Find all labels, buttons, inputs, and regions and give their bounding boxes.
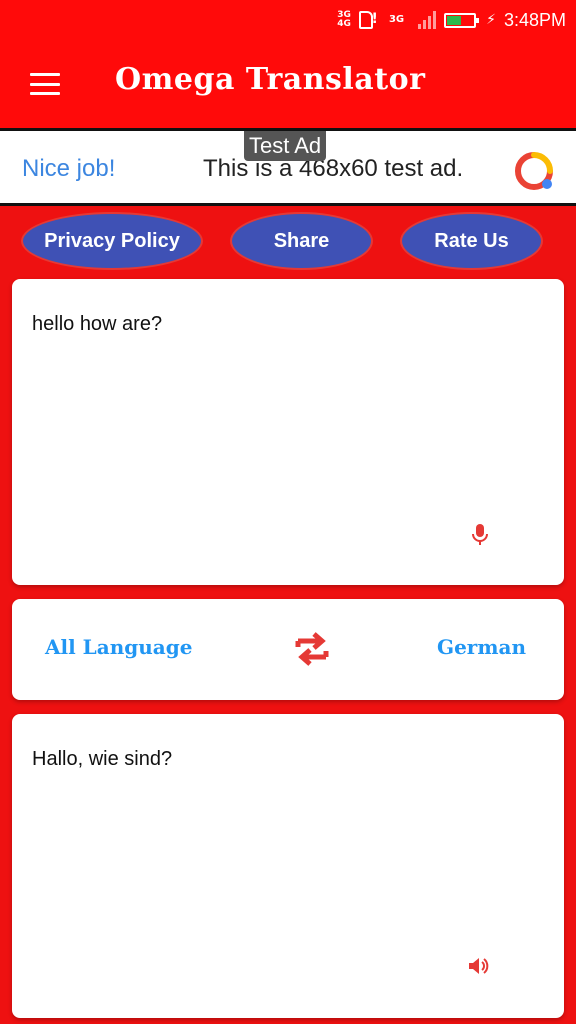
ad-body-text[interactable]: This is a 468x60 test ad. bbox=[203, 155, 463, 183]
language-selector-card: All Language German bbox=[12, 599, 564, 700]
app-title: Omega Translator bbox=[115, 62, 426, 97]
speaker-icon[interactable] bbox=[468, 956, 490, 976]
ad-banner[interactable]: Test Ad Nice job! This is a 468x60 test … bbox=[0, 128, 576, 206]
admob-logo-icon[interactable] bbox=[514, 151, 554, 191]
network-type-2: 3G bbox=[388, 14, 405, 25]
share-button[interactable]: Share bbox=[230, 212, 373, 270]
sim-alert-icon bbox=[358, 11, 378, 29]
battery-icon bbox=[444, 12, 480, 28]
clock: 3:48PM bbox=[503, 9, 566, 30]
ad-headline[interactable]: Nice job! bbox=[22, 155, 115, 183]
signal-icon bbox=[418, 11, 437, 29]
translated-text: Hallo, wie sind? bbox=[32, 748, 173, 770]
app-bar: Omega Translator bbox=[0, 40, 576, 128]
charging-icon: ⚡ bbox=[486, 12, 496, 28]
target-text-card: Hallo, wie sind? bbox=[12, 714, 564, 1018]
swap-icon[interactable] bbox=[294, 629, 330, 669]
source-language-selector[interactable]: All Language bbox=[45, 635, 192, 659]
ad-tag: Test Ad bbox=[244, 131, 327, 161]
source-text-card[interactable]: hello how are? bbox=[12, 279, 564, 585]
rate-us-button[interactable]: Rate Us bbox=[400, 212, 543, 270]
action-row: Privacy Policy Share Rate Us bbox=[0, 212, 576, 272]
mic-icon[interactable] bbox=[472, 524, 488, 546]
target-language-selector[interactable]: German bbox=[437, 635, 526, 659]
privacy-policy-button[interactable]: Privacy Policy bbox=[21, 212, 203, 270]
network-indicator-1: 3G 4G bbox=[337, 11, 351, 29]
source-text[interactable]: hello how are? bbox=[32, 313, 162, 336]
status-bar: 3G 4G 3G ⚡ 3:48PM bbox=[0, 0, 576, 40]
network-type-bottom: 4G bbox=[337, 19, 351, 29]
hamburger-menu-icon[interactable] bbox=[30, 73, 60, 95]
